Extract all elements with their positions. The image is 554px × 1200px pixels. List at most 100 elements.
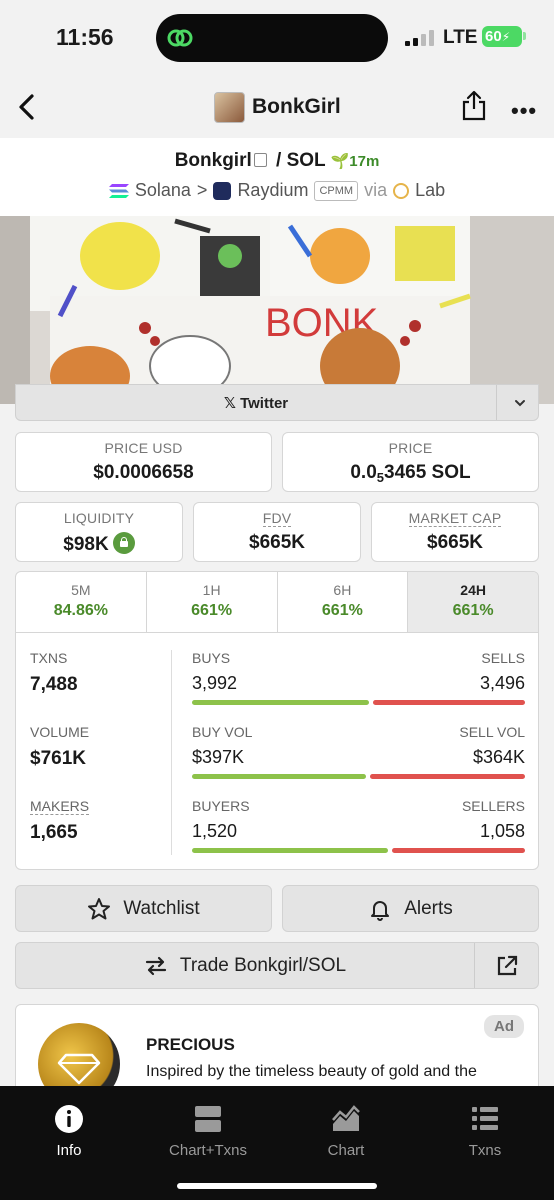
swap-icon: [145, 956, 167, 975]
sell-vol-bar: [369, 774, 525, 779]
volume-stat: VOLUME $761K: [30, 724, 170, 798]
tab-1h[interactable]: 1H 661%: [147, 572, 278, 632]
txns-label: TXNS: [30, 650, 68, 666]
tab-change: 661%: [191, 602, 233, 619]
lab-icon: [393, 182, 410, 199]
market-cap-value: $665K: [427, 532, 483, 553]
market-cap-label[interactable]: MARKET CAP: [408, 510, 502, 527]
launchpad-name[interactable]: Lab: [415, 180, 445, 201]
dynamic-island: [156, 14, 388, 62]
x-logo-icon: 𝕏: [223, 395, 236, 412]
twitter-text: Twitter: [240, 395, 289, 412]
liquidity-value: $98K: [63, 534, 109, 555]
column-divider: [171, 650, 172, 855]
status-time: 11:56: [56, 24, 114, 50]
period-tabs: 5M 84.86% 1H 661% 6H 661% 24H 661%: [16, 572, 538, 633]
tab-6h[interactable]: 6H 661%: [278, 572, 409, 632]
nav-label: Chart: [327, 1142, 365, 1159]
trade-label: Trade Bonkgirl/SOL: [179, 954, 347, 976]
price-usd-label: PRICE USD: [104, 440, 183, 456]
external-link-icon[interactable]: [495, 954, 519, 978]
tab-change: 661%: [321, 602, 363, 619]
sells-bar: [373, 700, 525, 705]
network-type: LTE: [443, 27, 478, 48]
alerts-label: Alerts: [404, 897, 453, 919]
tab-5m[interactable]: 5M 84.86%: [16, 572, 147, 632]
battery-tip: [523, 32, 526, 40]
pool-type-badge: CPMM: [314, 180, 359, 201]
buys-label: BUYS: [192, 650, 231, 666]
ad-text: Inspired by the timeless beauty of gold …: [146, 1063, 477, 1080]
price-native-suffix: 3465 SOL: [384, 462, 471, 483]
price-native-prefix: 0.0: [350, 462, 377, 483]
link-icon: [167, 29, 193, 47]
sells-value: 3,496: [479, 673, 525, 693]
market-cap-label-wrap: MARKET CAP: [372, 510, 538, 527]
stats-left-column: TXNS 7,488 VOLUME $761K MAKERS 1,665: [30, 650, 170, 869]
watchlist-label: Watchlist: [123, 897, 200, 919]
nav-chart-txns[interactable]: Chart+Txns: [139, 1104, 277, 1159]
volume-bar: [192, 774, 525, 779]
raydium-icon: [213, 181, 232, 200]
sell-vol-value: $364K: [472, 747, 525, 767]
base-token: Bonkgirl: [174, 150, 252, 171]
token-avatar: [214, 92, 245, 123]
battery-level: 60: [485, 28, 502, 45]
dex-name[interactable]: Raydium: [237, 180, 308, 201]
more-options-icon[interactable]: •••: [511, 98, 537, 124]
fdv-label[interactable]: FDV: [262, 510, 292, 527]
volume-split-stat: BUY VOL SELL VOL $397K $364K: [192, 724, 525, 798]
trade-button[interactable]: Trade Bonkgirl/SOL: [15, 942, 539, 989]
liquidity-box: LIQUIDITY $98K: [15, 502, 183, 562]
nav-label: Chart+Txns: [169, 1142, 247, 1159]
lock-icon[interactable]: [112, 532, 135, 554]
txns-stat: TXNS 7,488: [30, 650, 170, 724]
volume-value: $761K: [30, 748, 86, 769]
fdv-value: $665K: [249, 532, 305, 553]
battery-icon: 60 ⚡: [482, 26, 522, 47]
sell-vol-label: SELL VOL: [459, 724, 525, 740]
twitter-link[interactable]: 𝕏 Twitter: [15, 384, 539, 421]
pair-age: 🌱17m: [331, 153, 380, 170]
star-icon: [88, 897, 111, 919]
fdv-label-wrap: FDV: [194, 510, 360, 527]
split-view-icon: [195, 1106, 221, 1132]
buyers-label: BUYERS: [192, 798, 250, 814]
volume-label: VOLUME: [30, 724, 90, 740]
ad-title: PRECIOUS: [146, 1035, 235, 1054]
price-usd-value: $0.0006658: [93, 462, 194, 483]
home-indicator: [177, 1183, 377, 1189]
chevron-down-icon[interactable]: [513, 396, 527, 410]
divider: [496, 385, 497, 420]
buys-sells-stat: BUYS SELLS 3,992 3,496: [192, 650, 525, 724]
tab-change: 84.86%: [53, 602, 108, 619]
nav-txns[interactable]: Txns: [416, 1104, 554, 1159]
buy-vol-value: $397K: [192, 747, 245, 767]
stats-panel: 5M 84.86% 1H 661% 6H 661% 24H 661% TXNS …: [15, 571, 539, 870]
makers-label-wrap: MAKERS: [30, 798, 170, 815]
alerts-button[interactable]: Alerts: [282, 885, 539, 932]
buy-vol-bar: [192, 774, 366, 779]
buy-vol-label: BUY VOL: [192, 724, 253, 740]
buys-value: 3,992: [192, 673, 238, 693]
sellers-bar: [392, 848, 525, 853]
twitter-link-label: 𝕏 Twitter: [16, 394, 496, 412]
chart-icon: [332, 1105, 360, 1131]
nav-chart[interactable]: Chart: [277, 1104, 415, 1159]
buys-sells-bar: [192, 700, 525, 705]
stats-right-column: BUYS SELLS 3,992 3,496 BUY VOL SELL VOL …: [192, 650, 525, 869]
back-icon[interactable]: [14, 92, 38, 122]
list-icon: [472, 1107, 498, 1130]
tab-change: 661%: [452, 602, 494, 619]
makers-value: 1,665: [30, 822, 78, 843]
copy-icon[interactable]: [253, 153, 267, 167]
nav-info[interactable]: Info: [0, 1104, 138, 1159]
makers-label[interactable]: MAKERS: [30, 798, 90, 815]
buys-bar: [192, 700, 370, 705]
chain-name[interactable]: Solana: [135, 180, 191, 201]
share-icon[interactable]: [461, 89, 487, 121]
tab-24h[interactable]: 24H 661%: [408, 572, 538, 632]
tab-label: 6H: [333, 582, 352, 598]
makers-stat: MAKERS 1,665: [30, 798, 170, 869]
watchlist-button[interactable]: Watchlist: [15, 885, 272, 932]
